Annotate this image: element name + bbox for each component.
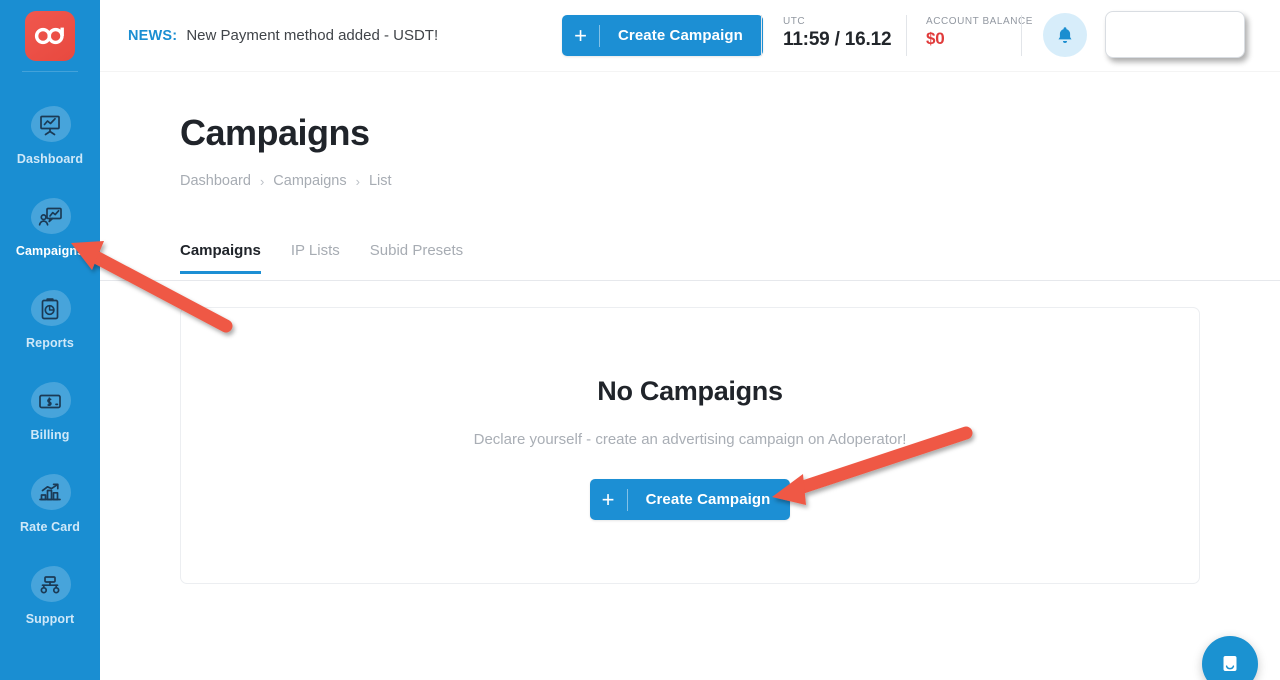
sidebar-item-rate-card[interactable]: Rate Card	[0, 462, 100, 538]
sidebar-item-label: Dashboard	[17, 152, 83, 166]
empty-state-subtitle: Declare yourself - create an advertising…	[474, 431, 907, 448]
sidebar-item-campaigns[interactable]: Campaigns	[0, 186, 100, 262]
header-separator-3	[1021, 15, 1022, 56]
news-label: NEWS:	[128, 28, 177, 44]
breadcrumb-item-list: List	[369, 173, 392, 189]
tab-bar-rule	[100, 280, 1280, 281]
utc-value: 11:59 / 16.12	[783, 29, 891, 51]
header-create-campaign-label: Create Campaign	[600, 27, 763, 44]
empty-state-title: No Campaigns	[597, 376, 782, 407]
breadcrumb-separator: ›	[356, 174, 360, 189]
rate-card-bars-icon	[27, 472, 73, 514]
sidebar-item-label: Campaigns	[16, 244, 84, 258]
app-logo[interactable]	[25, 11, 75, 61]
user-profile-widget[interactable]	[1105, 11, 1245, 58]
breadcrumb-item-campaigns[interactable]: Campaigns	[273, 173, 346, 189]
presentation-chart-icon	[27, 104, 73, 146]
sidebar-item-label: Billing	[31, 428, 70, 442]
sidebar-item-label: Support	[26, 612, 75, 626]
app-root: Dashboard Campaigns	[0, 0, 1280, 680]
breadcrumb-separator: ›	[260, 174, 264, 189]
balance-value: $0	[926, 29, 1033, 49]
campaign-chart-icon	[27, 196, 73, 238]
logo-tile	[25, 11, 75, 61]
sidebar-item-support[interactable]: Support	[0, 554, 100, 630]
plus-icon: +	[590, 489, 627, 511]
tab-ip-lists[interactable]: IP Lists	[291, 242, 340, 274]
tab-subid-presets[interactable]: Subid Presets	[370, 242, 463, 274]
tab-campaigns[interactable]: Campaigns	[180, 242, 261, 274]
empty-state-create-campaign-button[interactable]: + Create Campaign	[590, 479, 791, 520]
billing-card-icon	[27, 380, 73, 422]
sidebar-item-label: Rate Card	[20, 520, 80, 534]
breadcrumb: Dashboard › Campaigns › List	[180, 173, 392, 189]
chat-bubble-icon	[1217, 651, 1243, 677]
adoperator-logo-icon	[33, 26, 67, 46]
empty-state-create-campaign-label: Create Campaign	[628, 491, 791, 508]
sidebar-item-dashboard[interactable]: Dashboard	[0, 94, 100, 170]
top-header: NEWS: New Payment method added - USDT! +…	[100, 0, 1280, 71]
news-banner: NEWS: New Payment method added - USDT!	[128, 27, 438, 44]
plus-icon: +	[562, 25, 599, 47]
header-create-campaign-button[interactable]: + Create Campaign	[562, 15, 763, 56]
notification-bell-button[interactable]	[1043, 13, 1087, 57]
utc-caption: UTC	[783, 16, 891, 27]
empty-state-card: No Campaigns Declare yourself - create a…	[180, 307, 1200, 584]
utc-clock: UTC 11:59 / 16.12	[783, 16, 891, 51]
tab-bar: Campaigns IP Lists Subid Presets	[180, 242, 463, 274]
main-content: Campaigns Dashboard › Campaigns › List C…	[100, 72, 1280, 680]
sidebar-item-reports[interactable]: Reports	[0, 278, 100, 354]
notification-bell-icon	[1056, 26, 1074, 45]
report-pie-icon	[27, 288, 73, 330]
sidebar: Dashboard Campaigns	[0, 0, 100, 680]
support-headset-icon	[27, 564, 73, 606]
balance-caption: ACCOUNT BALANCE	[926, 16, 1033, 27]
page-title: Campaigns	[180, 112, 370, 154]
sidebar-item-billing[interactable]: Billing	[0, 370, 100, 446]
sidebar-item-label: Reports	[26, 336, 74, 350]
breadcrumb-item-dashboard[interactable]: Dashboard	[180, 173, 251, 189]
news-message[interactable]: New Payment method added - USDT!	[186, 27, 438, 44]
account-balance[interactable]: ACCOUNT BALANCE $0	[926, 16, 1033, 49]
header-separator-1	[761, 15, 762, 56]
sidebar-divider	[22, 71, 78, 72]
header-separator-2	[906, 15, 907, 56]
